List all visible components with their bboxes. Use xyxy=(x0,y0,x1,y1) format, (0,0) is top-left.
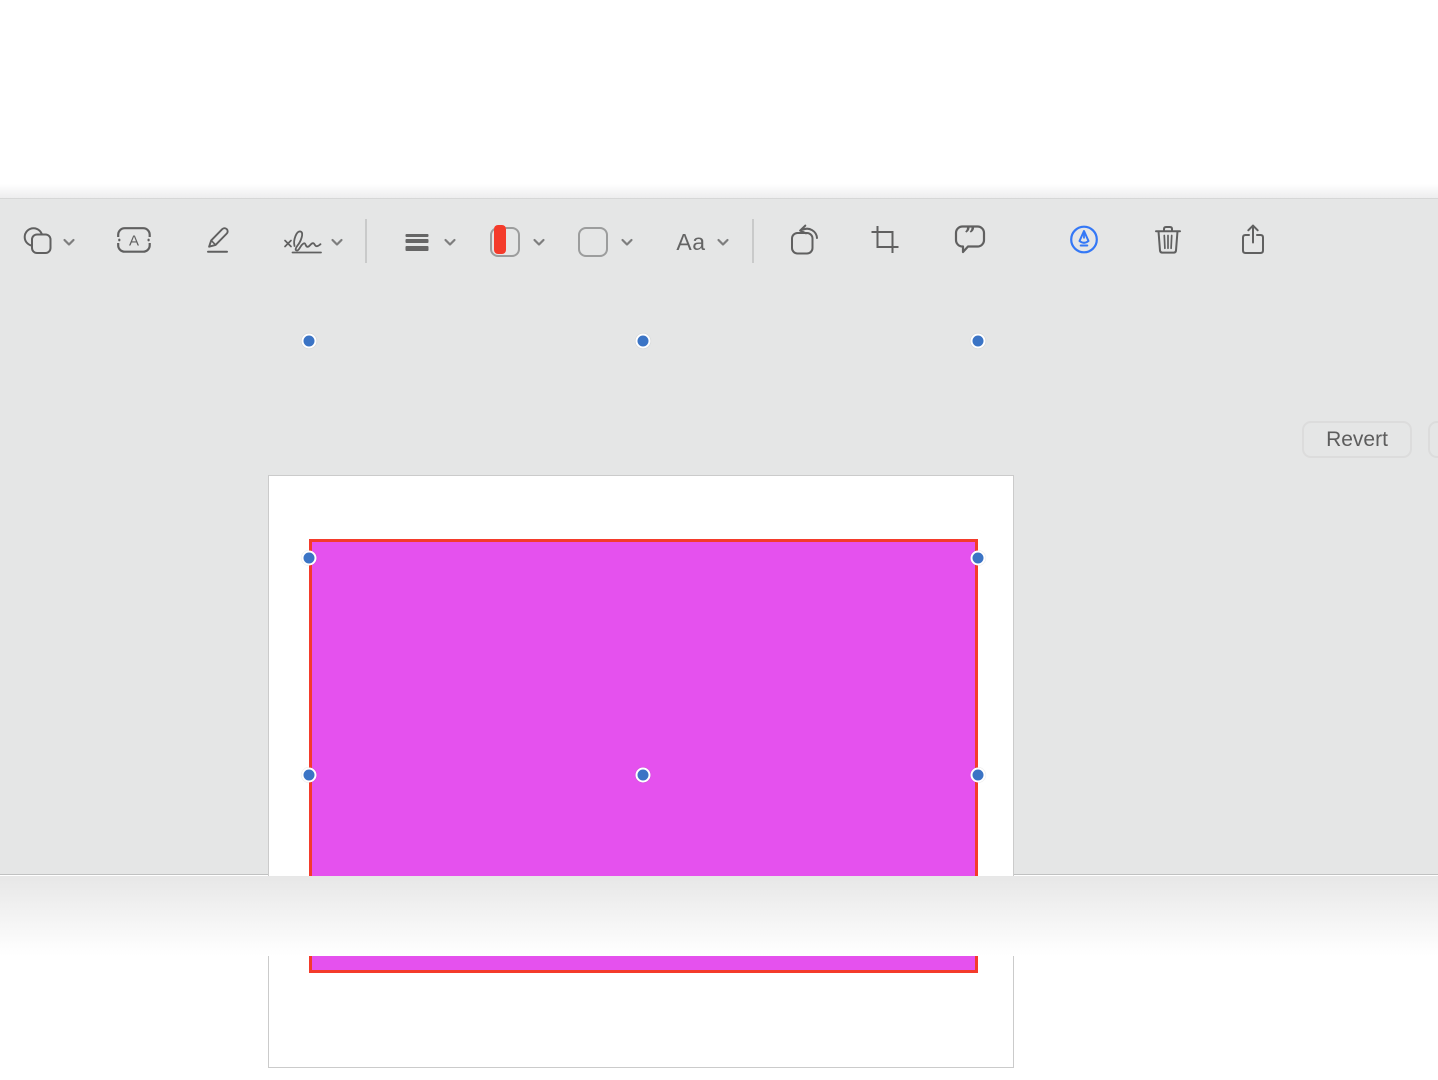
signature-icon xyxy=(282,225,324,260)
rotate-left-button[interactable] xyxy=(789,199,822,285)
shape-style-button[interactable] xyxy=(405,199,429,285)
rotate-left-icon xyxy=(789,224,822,260)
fill-color-swatch xyxy=(578,227,608,257)
share-button[interactable] xyxy=(1240,199,1267,285)
text-box-icon: A xyxy=(116,226,152,259)
markup-pen-button[interactable] xyxy=(1069,199,1100,285)
window-bottom-shadow xyxy=(0,876,1438,956)
toolbar-separator xyxy=(752,219,754,263)
crop-icon xyxy=(870,224,901,260)
fill-color-chevron-down-icon[interactable] xyxy=(621,199,634,285)
markup-pen-icon xyxy=(1069,224,1100,260)
resize-handle-middle-right[interactable] xyxy=(970,550,986,566)
shapes-button[interactable] xyxy=(23,199,54,285)
resize-handle-bottom-right[interactable] xyxy=(970,767,986,783)
share-icon xyxy=(1240,223,1267,261)
svg-text:A: A xyxy=(129,232,139,249)
toolbar-separator xyxy=(365,219,367,263)
revert-button[interactable]: Revert xyxy=(1302,421,1412,458)
desktop-background-top xyxy=(0,0,1438,198)
screen: A Aa ” Revert xyxy=(0,0,1438,1080)
annotate-comment-button[interactable]: ” xyxy=(954,199,987,285)
text-style-button[interactable]: Aa xyxy=(676,199,705,285)
trash-button[interactable] xyxy=(1154,199,1182,285)
resize-handle-bottom-left[interactable] xyxy=(301,767,317,783)
svg-text:”: ” xyxy=(964,224,976,247)
quote-bubble-icon: ” xyxy=(954,223,987,260)
shapes-icon xyxy=(23,226,54,259)
trash-icon xyxy=(1154,224,1182,260)
resize-handle-top-right[interactable] xyxy=(970,333,986,349)
fill-color-button[interactable] xyxy=(578,199,608,285)
line-thickness-icon xyxy=(405,233,429,251)
pencil-icon xyxy=(206,225,233,259)
sign-chevron-down-icon[interactable] xyxy=(331,199,344,285)
preview-window: A Aa ” Revert xyxy=(0,198,1438,1068)
shapes-chevron-down-icon[interactable] xyxy=(63,199,76,285)
border-color-chevron-down-icon[interactable] xyxy=(533,199,546,285)
resize-handle-bottom-center[interactable] xyxy=(635,767,651,783)
text-box-button[interactable]: A xyxy=(116,199,152,285)
draw-button[interactable] xyxy=(206,199,233,285)
resize-handle-top-left[interactable] xyxy=(301,333,317,349)
border-color-swatch xyxy=(490,225,520,257)
revert-button-label: Revert xyxy=(1326,427,1388,451)
shape-style-chevron-down-icon[interactable] xyxy=(444,199,457,285)
markup-toolbar: A Aa ” Revert xyxy=(0,199,1438,458)
sign-button[interactable] xyxy=(282,199,324,285)
window-top-shadow xyxy=(0,184,1438,198)
resize-handle-top-center[interactable] xyxy=(635,333,651,349)
text-style-chevron-down-icon[interactable] xyxy=(717,199,730,285)
text-style-label: Aa xyxy=(676,228,706,255)
crop-button[interactable] xyxy=(870,199,901,285)
border-color-button[interactable] xyxy=(490,199,520,285)
resize-handle-middle-left[interactable] xyxy=(301,550,317,566)
clipped-right-button[interactable] xyxy=(1428,421,1438,458)
